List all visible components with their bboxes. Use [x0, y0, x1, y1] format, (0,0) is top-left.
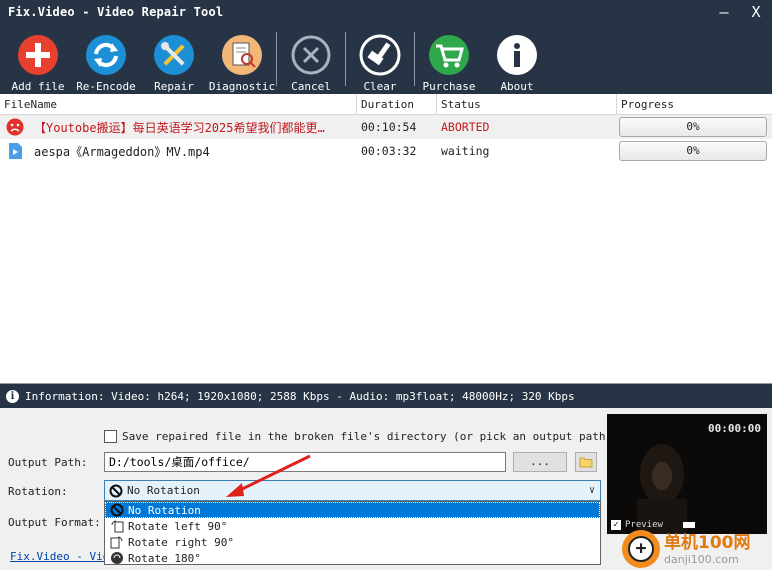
- minimize-button[interactable]: —: [708, 3, 740, 21]
- rotation-select[interactable]: No Rotation ∨: [104, 480, 601, 501]
- output-format-label: Output Format:: [8, 516, 101, 529]
- about-label: About: [500, 80, 534, 93]
- window-title: Fix.Video - Video Repair Tool: [8, 5, 224, 19]
- output-path-label: Output Path:: [8, 456, 88, 469]
- footer-link[interactable]: Fix.Video - Video Repair Tool: [10, 550, 106, 563]
- rotation-option-label: Rotate left 90°: [128, 519, 228, 533]
- clear-broom-icon: [359, 34, 401, 76]
- rotation-option-label: No Rotation: [128, 503, 201, 517]
- diagnostic-icon: [222, 35, 262, 75]
- about-button[interactable]: About: [483, 24, 551, 94]
- repair-tools-icon: [154, 35, 194, 75]
- info-small-icon: i: [6, 389, 19, 403]
- purchase-label: Purchase: [422, 80, 476, 93]
- rotation-option-label: Rotate right 90°: [128, 535, 234, 549]
- open-folder-button[interactable]: [575, 452, 597, 472]
- repair-label: Repair: [154, 80, 194, 93]
- preview-checkbox[interactable]: ✓: [611, 520, 621, 530]
- chevron-down-icon: ∨: [588, 485, 596, 496]
- clear-button[interactable]: Clear: [346, 24, 414, 94]
- reencode-label: Re-Encode: [76, 80, 136, 93]
- video-file-icon: [9, 143, 22, 159]
- rotation-option-right[interactable]: Rotate right 90°: [105, 534, 600, 550]
- rotation-option-label: Rotate 180°: [128, 551, 201, 565]
- column-status[interactable]: Status: [437, 94, 617, 114]
- watermark: + 单机100网 danji100.com: [622, 530, 751, 568]
- column-duration[interactable]: Duration: [357, 94, 437, 114]
- save-in-source-checkbox[interactable]: [104, 430, 117, 443]
- preview-time: 00:00:00: [708, 422, 761, 435]
- file-status: waiting: [441, 144, 490, 158]
- rotate-right-icon: [110, 536, 123, 549]
- watermark-title: 单机100网: [664, 532, 751, 553]
- info-icon: [497, 35, 537, 75]
- table-row[interactable]: 【Youtobe搬运】每日英语学习2025希望我们都能更… 00:10:54 A…: [0, 115, 772, 139]
- browse-button[interactable]: ...: [513, 452, 567, 472]
- reencode-button[interactable]: Re-Encode: [72, 24, 140, 94]
- information-text: Information: Video: h264; 1920x1080; 258…: [25, 389, 575, 403]
- save-in-source-option[interactable]: Save repaired file in the broken file's …: [104, 430, 652, 443]
- preview-slider[interactable]: [682, 522, 695, 528]
- annotation-arrow: [226, 454, 311, 497]
- cart-icon: [429, 35, 469, 75]
- preview-label: Preview: [625, 520, 663, 530]
- folder-icon: [579, 457, 593, 468]
- add-file-label: Add file: [11, 80, 65, 93]
- table-header: FileName Duration Status Progress: [0, 94, 772, 115]
- save-in-source-label: Save repaired file in the broken file's …: [122, 430, 652, 443]
- file-name: aespa《Armageddon》MV.mp4: [34, 144, 210, 159]
- watermark-url: danji100.com: [664, 552, 739, 566]
- rotation-option-none[interactable]: No Rotation: [105, 502, 600, 518]
- rotation-option-180[interactable]: Rotate 180°: [105, 550, 600, 566]
- information-bar: i Information: Video: h264; 1920x1080; 2…: [0, 384, 772, 408]
- error-face-icon: [6, 118, 24, 136]
- add-icon: [18, 35, 58, 75]
- cancel-label: Cancel: [291, 80, 331, 93]
- close-button[interactable]: X: [740, 3, 772, 21]
- rotation-dropdown-list: No Rotation Rotate left 90° Rotate right…: [104, 501, 601, 565]
- file-name: 【Youtobe搬运】每日英语学习2025希望我们都能更…: [34, 120, 325, 135]
- cancel-icon: [291, 35, 331, 75]
- table-row[interactable]: aespa《Armageddon》MV.mp4 00:03:32 waiting…: [0, 139, 772, 163]
- file-status: ABORTED: [441, 120, 490, 134]
- repair-button[interactable]: Repair: [140, 24, 208, 94]
- watermark-logo-icon: +: [622, 530, 660, 568]
- diagnostic-button[interactable]: Diagnostic: [208, 24, 276, 94]
- file-duration: 00:03:32: [361, 144, 417, 158]
- column-progress[interactable]: Progress: [617, 94, 772, 114]
- file-duration: 00:10:54: [361, 120, 417, 134]
- title-bar: Fix.Video - Video Repair Tool — X: [0, 0, 772, 24]
- diagnostic-label: Diagnostic: [208, 80, 276, 93]
- no-rotation-icon: [109, 484, 123, 497]
- rotation-selected-value: No Rotation: [127, 484, 200, 497]
- video-preview: 00:00:00 ✓ Preview: [607, 414, 767, 534]
- no-rotation-icon: [110, 503, 124, 517]
- purchase-button[interactable]: Purchase: [415, 24, 483, 94]
- add-file-button[interactable]: Add file: [4, 24, 72, 94]
- cancel-button[interactable]: Cancel: [277, 24, 345, 94]
- progress-bar: 0%: [619, 117, 767, 137]
- progress-bar: 0%: [619, 141, 767, 161]
- toolbar: Add file Re-Encode Repair Diagnostic Can…: [0, 24, 772, 94]
- clear-label: Clear: [363, 80, 397, 93]
- options-panel: Save repaired file in the broken file's …: [0, 408, 772, 570]
- rotate-left-icon: [111, 520, 124, 533]
- rotate-180-icon: [111, 552, 123, 564]
- reencode-icon: [86, 35, 126, 75]
- column-filename[interactable]: FileName: [0, 94, 357, 114]
- rotation-label: Rotation:: [8, 485, 68, 498]
- rotation-option-left[interactable]: Rotate left 90°: [105, 518, 600, 534]
- file-table: FileName Duration Status Progress 【Youto…: [0, 94, 772, 384]
